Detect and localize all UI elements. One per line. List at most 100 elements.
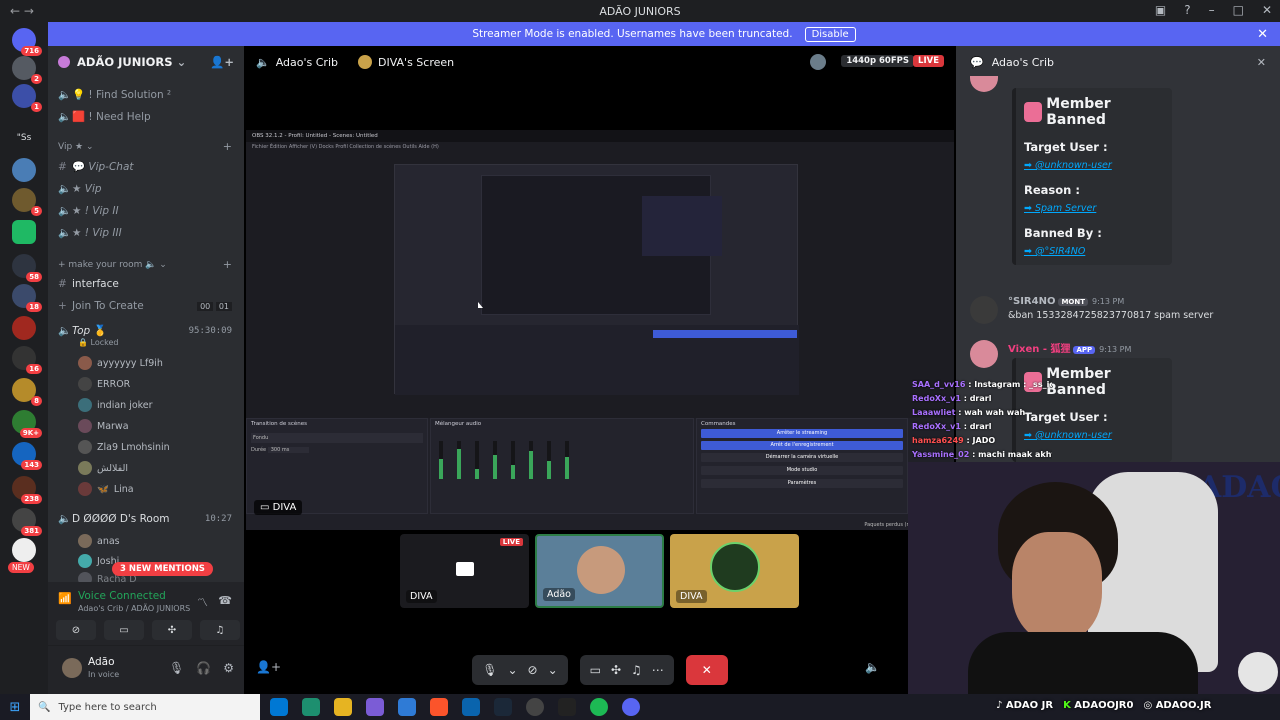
close-banner-icon[interactable]: ✕ — [1257, 27, 1268, 42]
channel-vip-2[interactable]: 🔈★ ! Vip II — [58, 204, 119, 217]
settings-button[interactable]: Paramètres — [701, 479, 903, 488]
mention-link[interactable]: @unknown-user — [1035, 160, 1112, 171]
screen-crumb[interactable]: DIVA's Screen — [357, 55, 454, 69]
avatar[interactable] — [62, 658, 82, 678]
mention-link[interactable]: @°SIR4NO — [1035, 246, 1085, 257]
new-mentions-pill[interactable]: 3 NEW MENTIONS — [112, 562, 213, 576]
avatar[interactable] — [970, 76, 998, 92]
message-author[interactable]: °SIR4NO MONT 9:13 PM — [1008, 296, 1124, 307]
noise-suppression-icon[interactable]: 〽 — [197, 594, 208, 610]
add-member-icon[interactable]: 👤+ — [210, 55, 234, 69]
voice-channel-crumb[interactable]: 🔈 Adao's Crib — [256, 56, 338, 69]
tile-adao[interactable]: Adão — [535, 534, 664, 608]
category-vip[interactable]: Vip ★ ⌄ — [58, 142, 94, 152]
screen-share-icon[interactable]: ▭ — [590, 663, 601, 677]
volume-meter[interactable] — [493, 441, 497, 479]
server-icon[interactable]: 8 — [12, 378, 42, 406]
outlook-icon[interactable] — [462, 698, 480, 716]
windows-start-icon[interactable]: ⊞ — [0, 700, 30, 715]
voice-user[interactable]: الفلالش — [78, 461, 128, 475]
voice-user[interactable]: Marwa — [78, 419, 129, 433]
volume-meter[interactable] — [457, 441, 461, 479]
avatar[interactable] — [970, 296, 998, 324]
close-icon[interactable]: ✕ — [1262, 3, 1272, 17]
soundboard-button[interactable]: ♫ — [200, 620, 240, 640]
channel-need-help[interactable]: 🔈🟥 ! Need Help — [58, 110, 151, 123]
disconnect-button[interactable]: ✕ — [685, 655, 728, 685]
server-icon[interactable]: 9K+ — [12, 410, 42, 438]
server-icon[interactable] — [12, 538, 36, 562]
help-icon[interactable]: ? — [1184, 3, 1190, 17]
task-view-icon[interactable] — [270, 698, 288, 716]
guild-header[interactable]: ADÃO JUNIORS ⌄ 👤+ — [48, 46, 244, 78]
volume-meter[interactable] — [475, 441, 479, 479]
channel-vip-chat[interactable]: # 💬 Vip-Chat — [58, 160, 134, 173]
taskbar-search[interactable]: 🔍 Type here to search — [30, 694, 260, 720]
server-icon[interactable]: 58 — [12, 254, 42, 282]
voice-status[interactable]: Voice Connected — [78, 590, 166, 602]
volume-meter[interactable] — [439, 441, 443, 479]
add-channel-icon[interactable]: + — [223, 140, 232, 153]
edge-icon[interactable] — [302, 698, 320, 716]
voice-server[interactable]: Adao's Crib / ADÃO JUNIORS — [78, 604, 190, 613]
avatar[interactable] — [970, 340, 998, 368]
volume-meter[interactable] — [547, 441, 551, 479]
shared-screen-obs[interactable]: OBS 32.1.2 - Profil: Untitled - Scenes: … — [246, 130, 954, 530]
settings-gear-icon[interactable]: ⚙ — [223, 661, 234, 675]
maximize-icon[interactable]: □ — [1233, 3, 1244, 17]
volume-icon[interactable]: 🔈 — [865, 660, 880, 674]
server-icon[interactable]: 238 — [12, 476, 42, 504]
volume-meter[interactable] — [565, 441, 569, 479]
channel-vip-3[interactable]: 🔈★ ! Vip III — [58, 226, 122, 239]
soundboard-icon[interactable]: ♫ — [631, 663, 642, 677]
embed-field-value[interactable]: ➡ @°SIR4NO — [1024, 246, 1164, 257]
actions-group[interactable]: ▭ ✣ ♫ ⋯ — [579, 655, 674, 685]
volume-meter[interactable] — [511, 441, 515, 479]
more-icon[interactable]: ⋯ — [652, 663, 664, 677]
channel-room[interactable]: 🔈D ØØØØ D's Room — [58, 512, 170, 525]
discord-icon[interactable] — [622, 698, 640, 716]
viewer-avatar[interactable] — [810, 54, 826, 70]
tile-diva-stream[interactable]: LIVE DIVA — [400, 534, 529, 608]
camera-off-icon[interactable]: ⊘ — [528, 663, 538, 677]
server-icon[interactable]: 16 — [12, 346, 42, 374]
channel-top[interactable]: 🔈Top 🥇 — [58, 324, 107, 337]
tile-diva[interactable]: DIVA — [670, 534, 799, 608]
server-icon[interactable]: 143 — [12, 442, 42, 470]
server-icon[interactable]: 2 — [12, 56, 42, 84]
studio-mode-button[interactable]: Mode studio — [701, 466, 903, 475]
disable-streamer-mode-button[interactable]: Disable — [804, 26, 856, 42]
mic-group[interactable]: 🎙 ⌄ ⊘ ⌄ — [472, 655, 568, 685]
server-icon[interactable]: 1 — [12, 84, 42, 112]
spotify-icon[interactable] — [590, 698, 608, 716]
message-author[interactable]: Vixen - 狐狸 APP 9:13 PM — [1008, 340, 1131, 355]
channel-interface[interactable]: # interface — [58, 278, 119, 290]
channel-find-solution[interactable]: 🔈💡 ! Find Solution ² — [58, 88, 171, 101]
discord-home-icon[interactable]: 716 — [12, 28, 42, 56]
stop-streaming-button[interactable]: Arrêter le streaming — [701, 429, 903, 438]
transition-select[interactable]: Fondu — [251, 433, 423, 443]
window-controls[interactable]: ▣ ? – □ ✕ — [1155, 3, 1272, 17]
activities-icon[interactable]: ✣ — [611, 663, 621, 677]
chevron-down-icon[interactable]: ⌄ — [548, 663, 558, 677]
server-icon[interactable]: "Ss — [12, 126, 36, 150]
close-chat-icon[interactable]: ✕ — [1257, 56, 1266, 69]
invite-icon[interactable]: 👤+ — [256, 660, 281, 674]
volume-meter[interactable] — [529, 441, 533, 479]
copilot-icon[interactable] — [366, 698, 384, 716]
capcut-icon[interactable] — [558, 698, 576, 716]
headphones-icon[interactable]: 🎧 — [196, 661, 211, 675]
chevron-down-icon[interactable]: ⌄ — [507, 663, 517, 677]
voice-user[interactable]: anas — [78, 534, 120, 548]
voice-user[interactable]: ERROR — [78, 377, 130, 391]
voice-user[interactable]: 🦋 Lina — [78, 482, 134, 496]
inbox-icon[interactable]: ▣ — [1155, 3, 1166, 17]
file-explorer-icon[interactable] — [334, 698, 352, 716]
server-icon[interactable]: 5 — [12, 188, 42, 216]
channel-vip[interactable]: 🔈★ Vip — [58, 182, 102, 195]
screen-share-button[interactable]: ▭ — [104, 620, 144, 640]
obs-icon[interactable] — [526, 698, 544, 716]
server-icon[interactable]: 381 — [12, 508, 42, 536]
embed-field-value[interactable]: ➡ @unknown-user — [1024, 160, 1164, 171]
virtual-camera-button[interactable]: Démarrer la caméra virtuelle — [701, 453, 903, 462]
